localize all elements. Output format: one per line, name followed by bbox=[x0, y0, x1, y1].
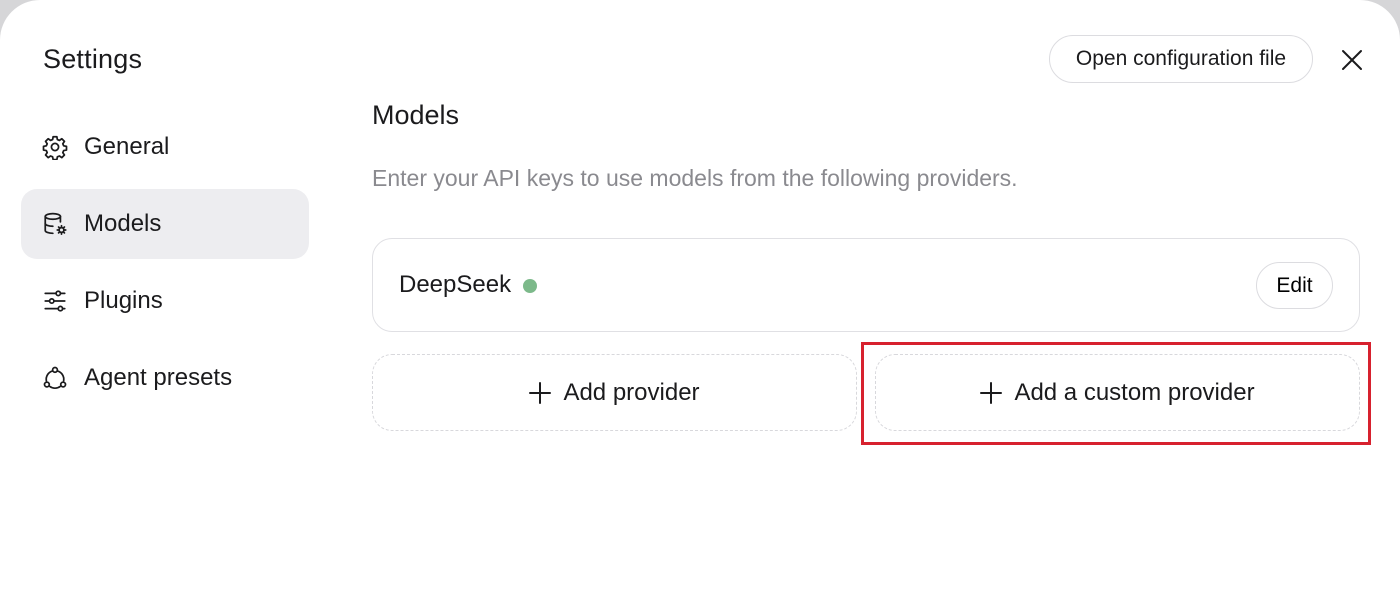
sidebar-item-general[interactable]: General bbox=[21, 112, 309, 182]
status-dot bbox=[523, 278, 538, 293]
agent-cycle-icon bbox=[41, 364, 69, 392]
settings-window: Settings General Models Plugins Agent pr… bbox=[0, 0, 1400, 613]
add-custom-provider-button[interactable]: Add a custom provider bbox=[875, 354, 1360, 431]
close-button[interactable] bbox=[1334, 42, 1370, 78]
sidebar-item-label: Agent presets bbox=[84, 364, 233, 391]
plus-icon bbox=[529, 381, 552, 404]
sliders-icon bbox=[41, 287, 69, 315]
sidebar-title: Settings bbox=[43, 44, 143, 74]
sidebar-item-models[interactable]: Models bbox=[21, 189, 309, 259]
add-custom-provider-label: Add a custom provider bbox=[1014, 378, 1255, 406]
open-configuration-file-button[interactable]: Open configuration file bbox=[1049, 35, 1313, 83]
page-description: Enter your API keys to use models from t… bbox=[372, 165, 1018, 191]
plus-icon bbox=[980, 381, 1003, 404]
sidebar-item-label: Models bbox=[84, 210, 162, 237]
page-title: Models bbox=[372, 100, 460, 130]
sidebar-item-agent-presets[interactable]: Agent presets bbox=[21, 343, 309, 413]
provider-name: DeepSeek bbox=[399, 271, 512, 298]
provider-card-deepseek: DeepSeek Edit bbox=[372, 238, 1360, 332]
sidebar-item-label: General bbox=[84, 133, 170, 160]
edit-provider-button[interactable]: Edit bbox=[1256, 262, 1333, 309]
database-settings-icon bbox=[41, 210, 69, 238]
sidebar-item-plugins[interactable]: Plugins bbox=[21, 266, 309, 336]
gear-icon bbox=[41, 133, 69, 161]
add-provider-label: Add provider bbox=[563, 378, 700, 406]
close-icon bbox=[1342, 50, 1362, 70]
add-provider-button[interactable]: Add provider bbox=[372, 354, 857, 431]
sidebar-item-label: Plugins bbox=[84, 287, 163, 314]
sidebar-nav: General Models Plugins Agent presets bbox=[21, 112, 309, 420]
